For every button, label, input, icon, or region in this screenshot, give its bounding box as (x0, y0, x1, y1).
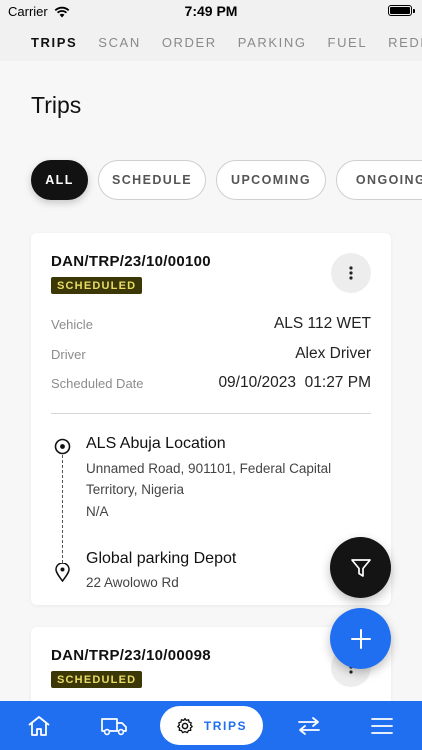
top-tabs: TRIPS SCAN ORDER PARKING FUEL REDEE (0, 26, 422, 58)
route-line (62, 455, 63, 563)
scheduled-time: 01:27 PM (304, 374, 371, 391)
driver-row: Driver Alex Driver (51, 345, 371, 363)
more-options-button[interactable] (331, 253, 371, 293)
origin-name: ALS Abuja Location (86, 435, 226, 452)
filter-button[interactable] (330, 537, 391, 598)
home-icon (28, 715, 50, 736)
tab-order[interactable]: ORDER (162, 35, 217, 50)
nav-trips[interactable]: TRIPS (160, 706, 263, 745)
filter-upcoming[interactable]: UPCOMING (216, 160, 326, 200)
tab-redeem[interactable]: REDEE (388, 35, 422, 50)
date-label: Scheduled Date (51, 375, 144, 391)
nav-home[interactable] (18, 701, 60, 750)
truck-icon (101, 717, 127, 735)
driver-value: Alex Driver (295, 345, 371, 362)
vehicle-label: Vehicle (51, 316, 93, 332)
nav-vehicles[interactable] (92, 701, 136, 750)
bottom-nav: TRIPS (0, 701, 422, 750)
filter-chips: ALL SCHEDULE UPCOMING ONGOING (31, 160, 422, 200)
date-row: Scheduled Date 09/10/2023 01:27 PM (51, 374, 371, 392)
status-time: 7:49 PM (184, 3, 238, 19)
add-trip-button[interactable] (330, 608, 391, 669)
battery-icon (388, 5, 415, 16)
divider (51, 413, 371, 414)
tab-scan[interactable]: SCAN (98, 35, 141, 50)
destination-pin-icon (55, 563, 70, 582)
filter-schedule[interactable]: SCHEDULE (98, 160, 206, 200)
filter-ongoing[interactable]: ONGOING (336, 160, 422, 200)
tab-parking[interactable]: PARKING (238, 35, 307, 50)
status-badge: SCHEDULED (51, 277, 143, 294)
origin-address-line2: Territory, Nigeria (86, 482, 185, 497)
status-bar: Carrier 7:49 PM (0, 0, 422, 24)
nav-menu[interactable] (360, 701, 404, 750)
status-badge: SCHEDULED (51, 671, 143, 688)
date-value: 09/10/2023 01:27 PM (218, 374, 371, 392)
hamburger-menu-icon (371, 717, 393, 734)
filter-all[interactable]: ALL (31, 160, 88, 200)
vehicle-value: ALS 112 WET (273, 315, 371, 332)
tab-trips[interactable]: TRIPS (31, 35, 77, 50)
driver-label: Driver (51, 346, 86, 362)
more-vertical-icon (349, 266, 353, 280)
main-content[interactable]: Trips ALL SCHEDULE UPCOMING ONGOING DAN/… (0, 61, 422, 701)
tab-fuel[interactable]: FUEL (328, 35, 368, 50)
plus-icon (350, 628, 371, 649)
origin-pin-icon (54, 438, 71, 455)
trip-id: DAN/TRP/23/10/00098 (51, 647, 211, 664)
swap-arrows-icon (298, 716, 320, 735)
vehicle-row: Vehicle ALS 112 WET (51, 315, 371, 333)
scheduled-date: 09/10/2023 (218, 374, 297, 391)
nav-transfers[interactable] (288, 701, 330, 750)
page-title: Trips (31, 92, 82, 118)
trip-id: DAN/TRP/23/10/00100 (51, 253, 211, 270)
origin-address-line1: Unnamed Road, 901101, Federal Capital (86, 461, 332, 476)
filter-icon (350, 558, 371, 577)
origin-note: N/A (86, 504, 109, 519)
gear-icon (176, 717, 193, 733)
destination-name: Global parking Depot (86, 550, 237, 567)
destination-address: 22 Awolowo Rd (86, 575, 179, 590)
nav-trips-label: TRIPS (203, 718, 248, 733)
